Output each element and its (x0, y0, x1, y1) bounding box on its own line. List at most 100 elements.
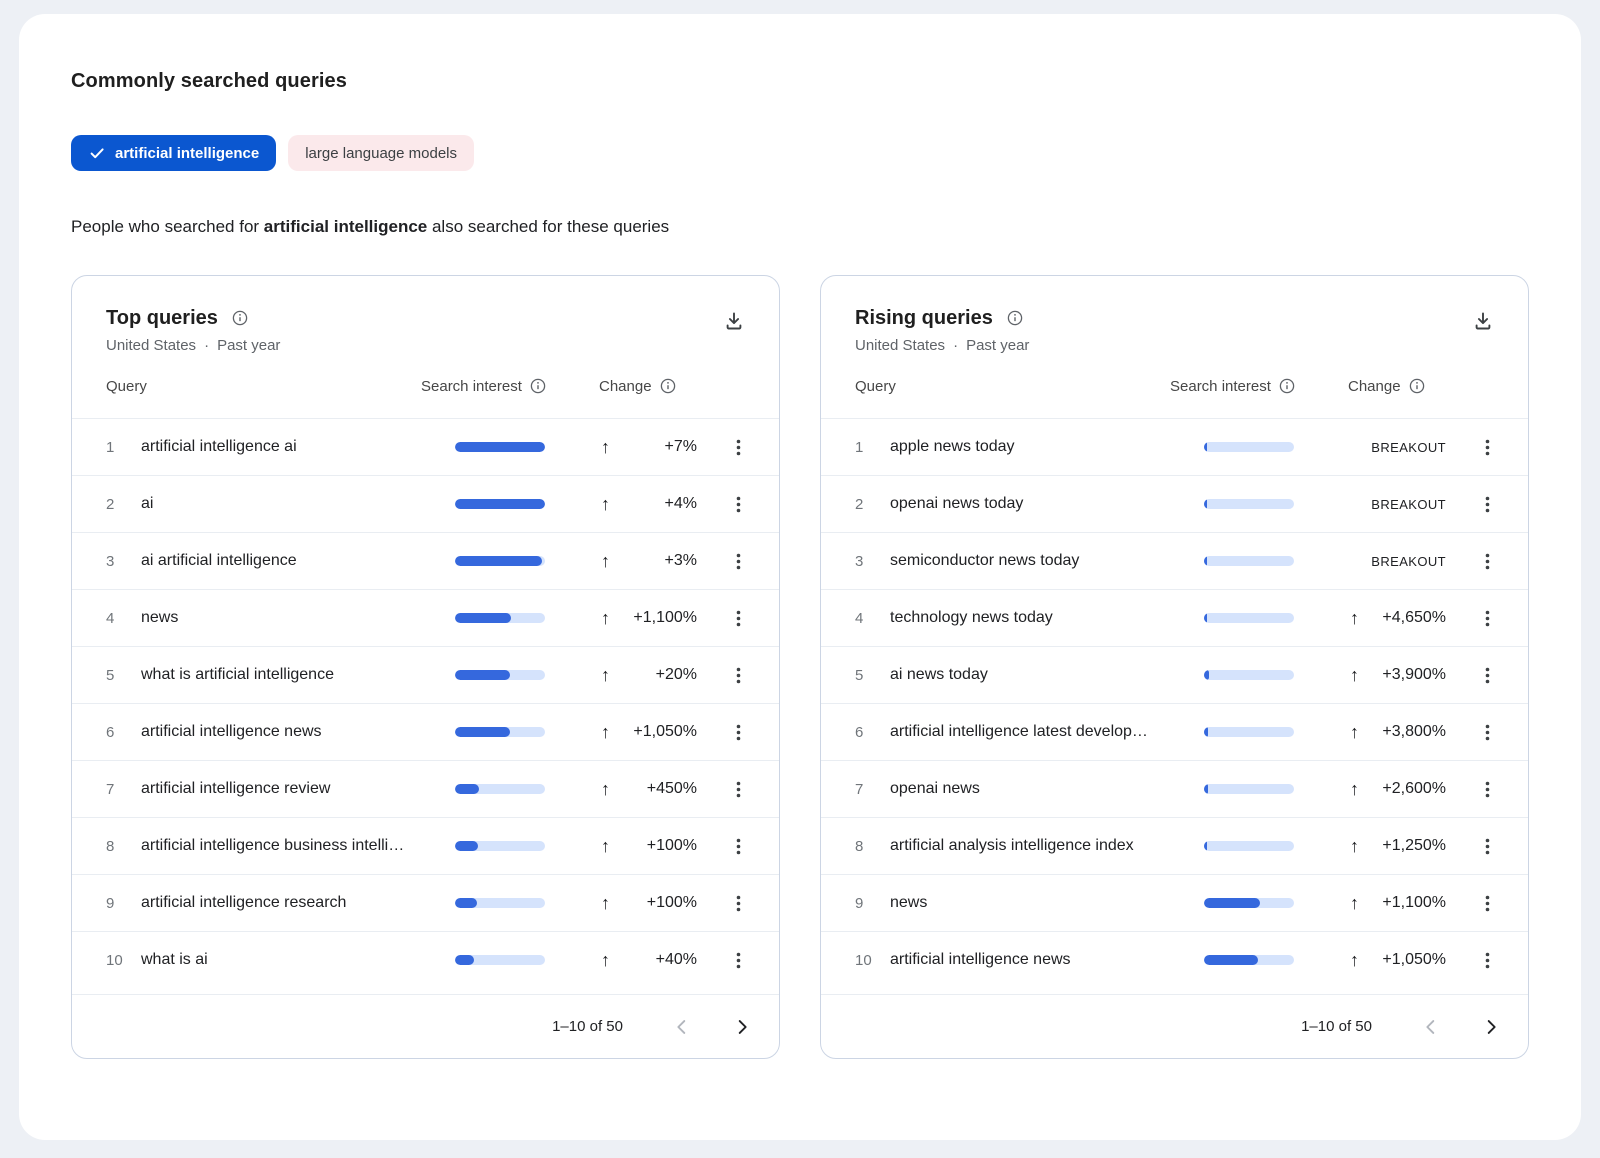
info-icon[interactable] (228, 306, 252, 330)
query-label[interactable]: artificial intelligence news (890, 951, 1204, 969)
query-label[interactable]: artificial intelligence business intelli… (141, 837, 455, 855)
up-arrow-icon: ↑ (601, 438, 610, 456)
kebab-menu-icon[interactable] (732, 663, 745, 688)
table-row: 8 artificial analysis intelligence index… (821, 817, 1528, 874)
change-value: +450% (647, 780, 697, 798)
previous-page-icon[interactable] (1414, 1010, 1448, 1044)
query-label[interactable]: artificial analysis intelligence index (890, 837, 1204, 855)
row-rank: 2 (855, 496, 890, 513)
pagination-bar: 1–10 of 50 (821, 994, 1528, 1058)
interest-bar-fill (1204, 898, 1260, 908)
column-search-interest: Search interest (421, 378, 522, 395)
chip-large-language-models[interactable]: large language models (288, 135, 474, 171)
kebab-menu-icon[interactable] (732, 720, 745, 745)
info-icon[interactable] (1409, 378, 1425, 394)
kebab-menu-icon[interactable] (1481, 606, 1494, 631)
query-label[interactable]: apple news today (890, 438, 1204, 456)
column-query: Query (855, 378, 1176, 395)
table-row: 7 openai news ↑ +2,600% (821, 760, 1528, 817)
query-label[interactable]: technology news today (890, 609, 1204, 627)
query-label[interactable]: ai artificial intelligence (141, 552, 455, 570)
row-rank: 5 (855, 667, 890, 684)
query-label[interactable]: artificial intelligence research (141, 894, 455, 912)
download-icon[interactable] (719, 306, 749, 336)
change-value: +40% (656, 951, 697, 969)
search-interest-bar (1204, 499, 1294, 509)
query-label[interactable]: openai news (890, 780, 1204, 798)
info-icon[interactable] (1003, 306, 1027, 330)
row-rank: 8 (106, 838, 141, 855)
change-cell: ↑ +450% (601, 780, 697, 798)
change-value: BREAKOUT (1371, 554, 1446, 569)
query-label[interactable]: ai (141, 495, 455, 513)
row-rank: 2 (106, 496, 141, 513)
kebab-menu-icon[interactable] (732, 948, 745, 973)
kebab-menu-icon[interactable] (732, 549, 745, 574)
up-arrow-icon: ↑ (1350, 780, 1359, 798)
query-label[interactable]: artificial intelligence review (141, 780, 455, 798)
kebab-menu-icon[interactable] (732, 492, 745, 517)
kebab-menu-icon[interactable] (1481, 435, 1494, 460)
kebab-menu-icon[interactable] (732, 834, 745, 859)
interest-bar-fill (1204, 499, 1207, 509)
download-icon[interactable] (1468, 306, 1498, 336)
change-cell: ↑ BREAKOUT (1350, 495, 1446, 513)
query-label[interactable]: semiconductor news today (890, 552, 1204, 570)
up-arrow-icon: ↑ (1350, 666, 1359, 684)
kebab-menu-icon[interactable] (1481, 663, 1494, 688)
change-cell: ↑ +3,800% (1350, 723, 1446, 741)
change-cell: ↑ +7% (601, 438, 697, 456)
pagination-label: 1–10 of 50 (552, 1018, 623, 1035)
up-arrow-icon: ↑ (601, 894, 610, 912)
row-rank: 6 (855, 724, 890, 741)
interest-bar-fill (455, 613, 511, 623)
interest-bar-fill (455, 499, 545, 509)
change-cell: ↑ +20% (601, 666, 697, 684)
info-icon[interactable] (660, 378, 676, 394)
previous-page-icon[interactable] (665, 1010, 699, 1044)
interest-bar-fill (455, 727, 510, 737)
query-label[interactable]: artificial intelligence news (141, 723, 455, 741)
query-label[interactable]: ai news today (890, 666, 1204, 684)
kebab-menu-icon[interactable] (1481, 891, 1494, 916)
query-label[interactable]: news (141, 609, 455, 627)
change-value: BREAKOUT (1371, 440, 1446, 455)
subtitle-separator: · (204, 337, 209, 354)
interest-bar-fill (455, 556, 542, 566)
next-page-icon[interactable] (1474, 1010, 1508, 1044)
row-rank: 8 (855, 838, 890, 855)
kebab-menu-icon[interactable] (732, 435, 745, 460)
search-interest-bar (455, 784, 545, 794)
up-arrow-icon: ↑ (601, 837, 610, 855)
query-label[interactable]: artificial intelligence latest develop… (890, 723, 1204, 741)
kebab-menu-icon[interactable] (732, 606, 745, 631)
kebab-menu-icon[interactable] (1481, 492, 1494, 517)
search-interest-bar (455, 556, 545, 566)
card-subtitle: United States · Past year (855, 337, 1029, 354)
kebab-menu-icon[interactable] (1481, 549, 1494, 574)
query-label[interactable]: what is ai (141, 951, 455, 969)
query-label[interactable]: openai news today (890, 495, 1204, 513)
kebab-menu-icon[interactable] (732, 891, 745, 916)
row-rank: 7 (106, 781, 141, 798)
info-icon[interactable] (530, 378, 546, 394)
query-label[interactable]: what is artificial intelligence (141, 666, 455, 684)
change-value: +3,900% (1382, 666, 1446, 684)
kebab-menu-icon[interactable] (1481, 720, 1494, 745)
kebab-menu-icon[interactable] (732, 777, 745, 802)
kebab-menu-icon[interactable] (1481, 948, 1494, 973)
kebab-menu-icon[interactable] (1481, 777, 1494, 802)
kebab-menu-icon[interactable] (1481, 834, 1494, 859)
query-label[interactable]: news (890, 894, 1204, 912)
change-cell: ↑ +1,050% (1350, 951, 1446, 969)
query-label[interactable]: artificial intelligence ai (141, 438, 455, 456)
period-label: Past year (217, 337, 280, 354)
next-page-icon[interactable] (725, 1010, 759, 1044)
info-icon[interactable] (1279, 378, 1295, 394)
top-queries-card: Top queries United States · Past year Qu… (71, 275, 780, 1059)
card-subtitle: United States · Past year (106, 337, 280, 354)
interest-bar-fill (1204, 727, 1208, 737)
chip-artificial-intelligence[interactable]: artificial intelligence (71, 135, 276, 171)
change-value: +1,100% (1382, 894, 1446, 912)
check-icon (88, 144, 106, 162)
